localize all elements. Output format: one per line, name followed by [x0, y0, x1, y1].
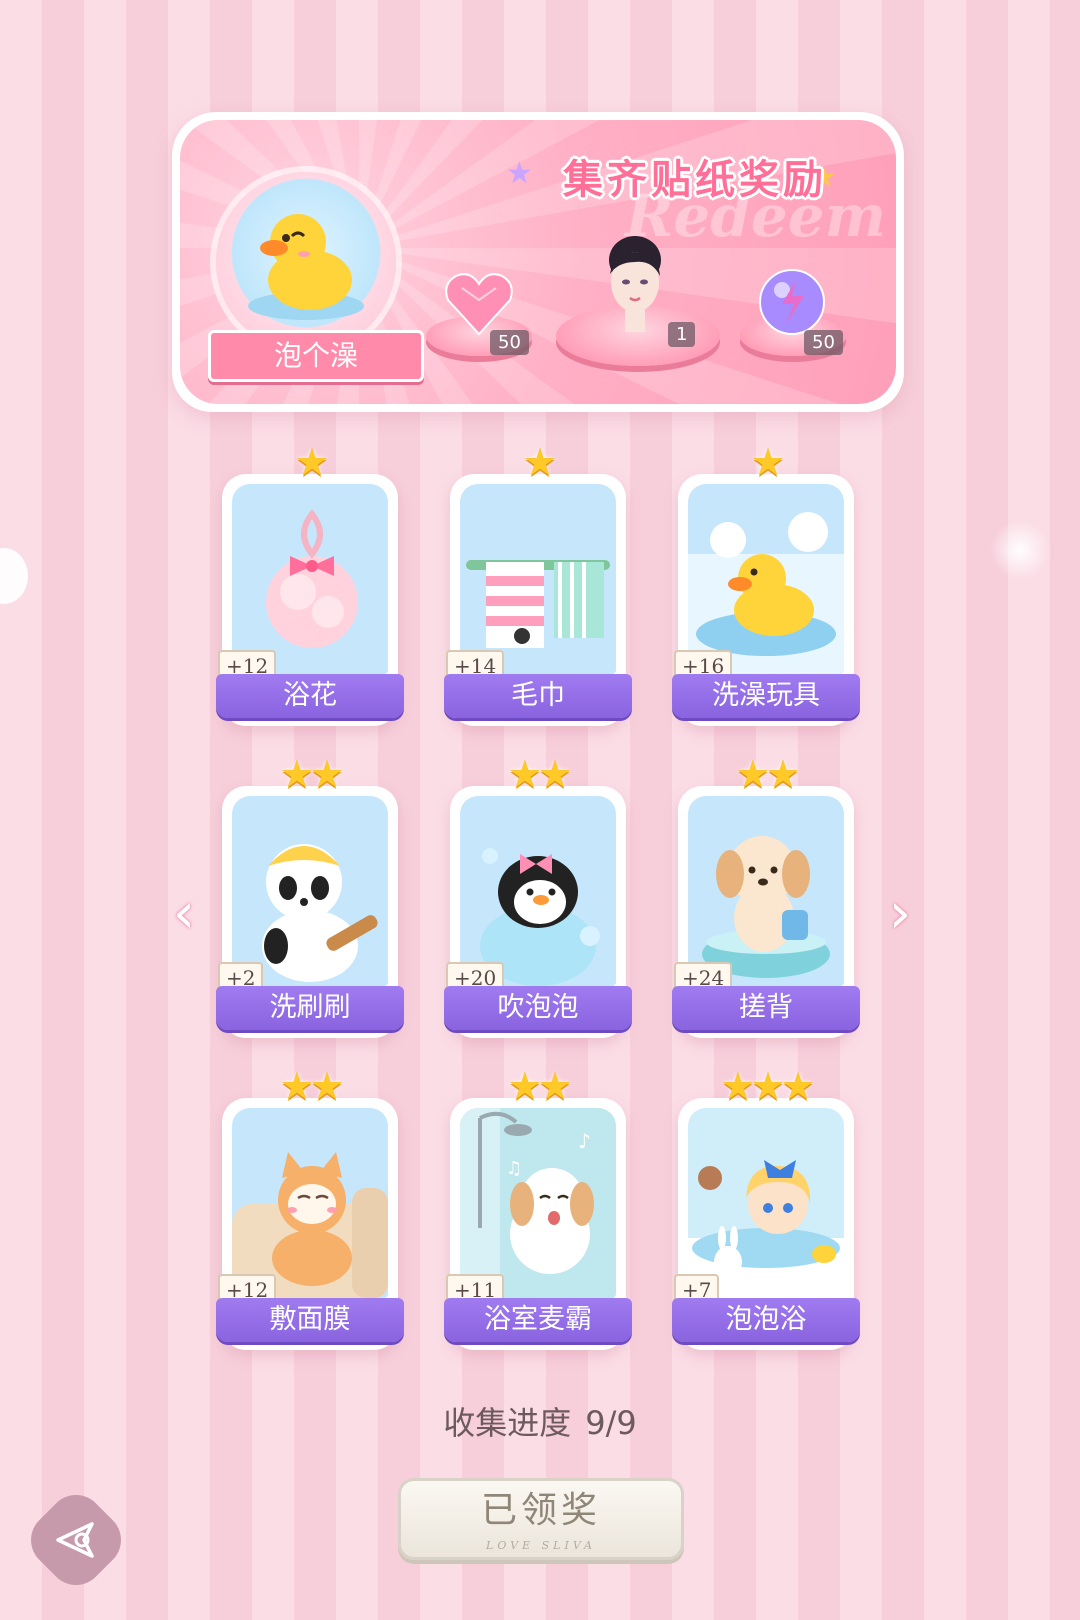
claimed-button-label: 已领奖 — [480, 1490, 601, 1531]
card-label: 浴花 — [216, 674, 404, 718]
rarity-stars: ★ — [750, 440, 785, 484]
sticker-card[interactable]: ★ +14 毛巾 — [444, 440, 632, 726]
rarity-stars: ★ — [294, 440, 329, 484]
sticker-grid: ★ +12 浴花 ★ +14 毛巾 ★ +16 洗澡玩具 ★★ +2 洗刷刷 ★… — [0, 0, 1080, 1620]
sticker-card[interactable]: ★★ ♪ ♫ +11 浴室麦霸 — [444, 1064, 632, 1350]
dog-shower-art: ♪ ♫ — [460, 1108, 616, 1298]
rubber-duck-art — [688, 484, 844, 674]
rarity-stars: ★ — [522, 440, 557, 484]
sticker-card[interactable]: ★ +12 浴花 — [216, 440, 404, 726]
sticker-card[interactable]: ★★ +20 吹泡泡 — [444, 752, 632, 1038]
sticker-card[interactable]: ★★★ +7 泡泡浴 — [672, 1064, 860, 1350]
card-label: 敷面膜 — [216, 1298, 404, 1342]
card-label: 毛巾 — [444, 674, 632, 718]
puppy-tub-art — [688, 796, 844, 986]
rarity-stars: ★★ — [279, 752, 344, 796]
back-arrow-icon — [56, 1522, 94, 1558]
card-label: 洗澡玩具 — [672, 674, 860, 718]
panda-brush-art — [232, 796, 388, 986]
card-label: 搓背 — [672, 986, 860, 1030]
claimed-button-subtext: LOVE SLIVA — [486, 1539, 596, 1552]
penguin-bubble-art — [460, 796, 616, 986]
collection-progress: 收集进度 9/9 — [0, 1398, 1080, 1444]
towels-art — [460, 484, 616, 674]
cat-mask-art — [232, 1108, 388, 1298]
card-label: 泡泡浴 — [672, 1298, 860, 1342]
sticker-card[interactable]: ★★ +12 敷面膜 — [216, 1064, 404, 1350]
sticker-card[interactable]: ★★ +24 搓背 — [672, 752, 860, 1038]
card-label: 浴室麦霸 — [444, 1298, 632, 1342]
rarity-stars: ★★ — [279, 1064, 344, 1108]
sticker-card[interactable]: ★ +16 洗澡玩具 — [672, 440, 860, 726]
rarity-stars: ★★ — [735, 752, 800, 796]
prev-page-arrow-icon[interactable]: ‹ — [164, 884, 204, 944]
sticker-card[interactable]: ★★ +2 洗刷刷 — [216, 752, 404, 1038]
rarity-stars: ★★ — [507, 1064, 572, 1108]
svg-text:♪: ♪ — [578, 1129, 591, 1153]
card-label: 吹泡泡 — [444, 986, 632, 1030]
progress-label: 收集进度 — [443, 1404, 572, 1442]
card-label: 洗刷刷 — [216, 986, 404, 1030]
rarity-stars: ★★★ — [720, 1064, 815, 1108]
next-page-arrow-icon[interactable]: › — [880, 884, 920, 944]
rarity-stars: ★★ — [507, 752, 572, 796]
progress-value: 9/9 — [585, 1404, 637, 1442]
bath-sponge-art — [232, 484, 388, 674]
claimed-button[interactable]: 已领奖 LOVE SLIVA — [398, 1478, 684, 1560]
svg-text:♫: ♫ — [506, 1158, 522, 1179]
girl-bubblebath-art — [688, 1108, 844, 1298]
